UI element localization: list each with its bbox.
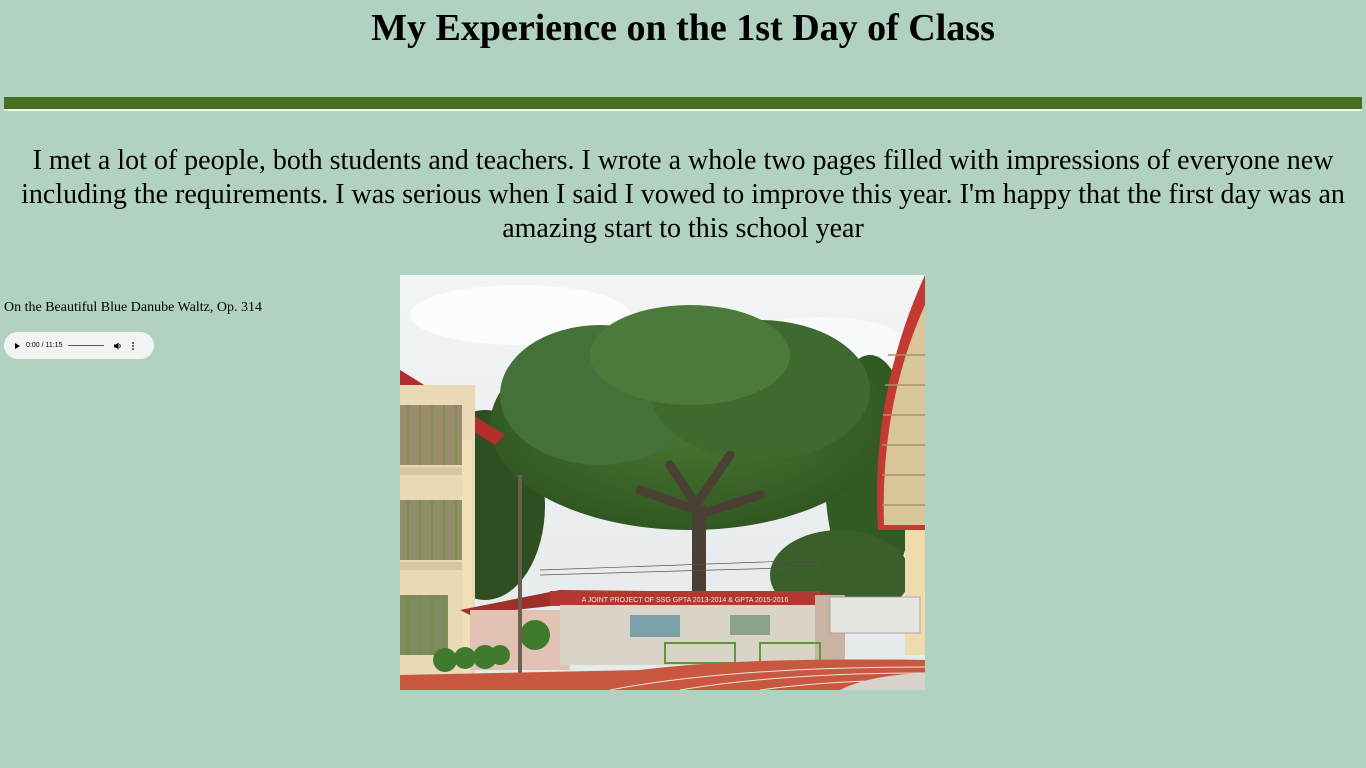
more-options-icon[interactable] <box>131 341 135 351</box>
audio-player[interactable]: 0:00 / 11:15 <box>4 332 154 359</box>
horizontal-rule <box>4 97 1362 111</box>
banner-text: A JOINT PROJECT OF SSG GPTA 2013-2014 & … <box>582 597 789 604</box>
audio-time: 0:00 / 11:15 <box>26 342 63 349</box>
intro-paragraph: I met a lot of people, both students and… <box>21 145 1345 244</box>
school-photo: A JOINT PROJECT OF SSG GPTA 2013-2014 & … <box>400 275 925 690</box>
audio-track-title: On the Beautiful Blue Danube Waltz, Op. … <box>4 300 262 315</box>
play-icon[interactable] <box>15 342 20 349</box>
seek-slider[interactable] <box>68 344 105 347</box>
page-title: My Experience on the 1st Day of Class <box>371 7 995 49</box>
volume-icon[interactable] <box>114 342 122 350</box>
